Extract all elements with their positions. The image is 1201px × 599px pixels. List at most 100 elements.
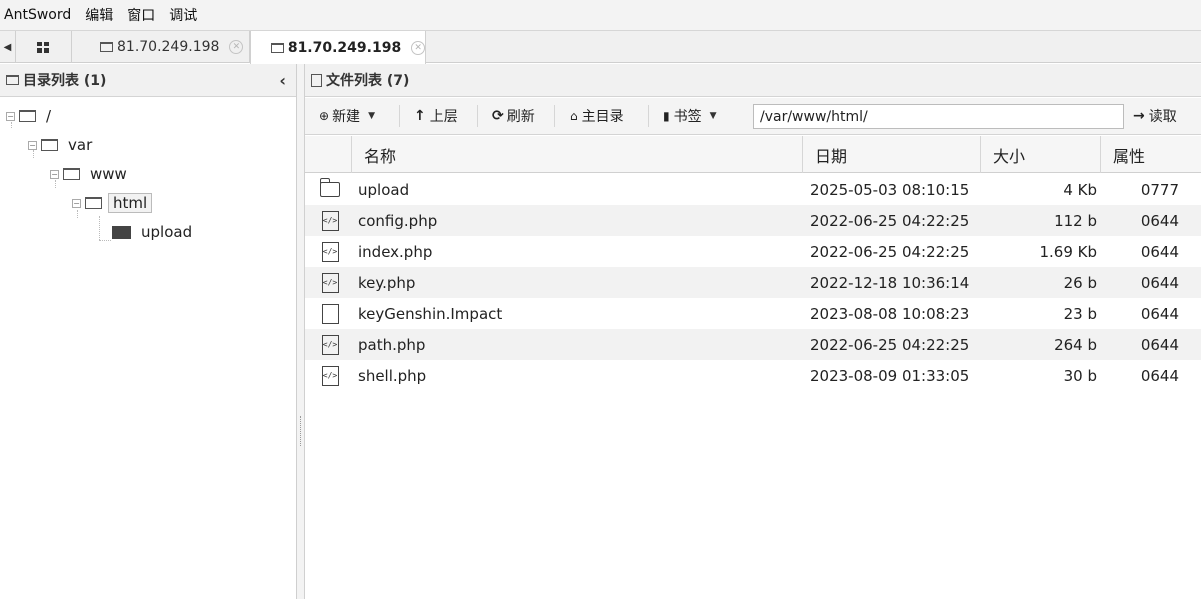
file-attr: 0777 (1140, 180, 1179, 199)
tab-label: 81.70.249.198 (287, 39, 402, 56)
tab-bar: ◀ 81.70.249.198 ✕ 81.70.249.198 ✕ (0, 31, 1201, 64)
file-row[interactable]: </> shell.php 2023-08-09 01:33:05 30 b 0644 (305, 360, 1201, 391)
arrow-up-icon: ↑ (414, 108, 426, 124)
file-name: upload (358, 180, 410, 199)
directory-panel-header: 目录列表 (1) ‹ (0, 64, 296, 97)
bookmark-label: 书签 (673, 109, 702, 125)
tree-node-var[interactable]: − var (28, 134, 92, 156)
menu-item-window[interactable]: 窗口 (127, 5, 155, 25)
chevron-down-icon: ▼ (709, 111, 717, 121)
tree-node-www[interactable]: − www (50, 163, 127, 185)
file-date: 2022-06-25 04:22:25 (810, 242, 970, 261)
file-attr: 0644 (1140, 304, 1179, 323)
tree-node-label: www (90, 165, 127, 183)
file-row[interactable]: </> config.php 2022-06-25 04:22:25 112 b 064… (305, 205, 1201, 236)
close-icon[interactable]: ✕ (411, 40, 425, 55)
file-row[interactable]: </> index.php 2022-06-25 04:22:25 1.69 Kb 06… (305, 236, 1201, 267)
tree-node-html[interactable]: − html (72, 192, 153, 214)
plus-circle-icon: ⊕ (319, 109, 330, 123)
refresh-icon: ⟳ (492, 108, 504, 124)
file-size: 1.69 Kb (1039, 242, 1097, 261)
tree-node-label: / (46, 107, 52, 125)
bookmark-button[interactable]: ▮ 书签 ▼ (663, 105, 717, 127)
tree-node-label: upload (141, 223, 193, 241)
file-icon-cell: </> (317, 360, 343, 391)
column-header-attr[interactable]: 属性 (1100, 136, 1201, 173)
folder-icon (19, 110, 36, 122)
tab-scroll-left-icon[interactable]: ◀ (0, 31, 16, 63)
collapse-panel-icon[interactable]: ‹ (279, 71, 286, 90)
file-row[interactable]: keyGenshin.Impact 2023-08-08 10:08:23 23 b… (305, 298, 1201, 329)
tab-label: 81.70.249.198 (117, 39, 220, 55)
tree-node-root[interactable]: − / (6, 105, 51, 127)
path-input[interactable] (753, 104, 1124, 129)
file-icon (311, 73, 322, 87)
new-label: 新建 (332, 109, 361, 125)
tree-node-label: var (68, 136, 93, 154)
column-header-name[interactable]: 名称 (351, 136, 802, 173)
folder-icon (63, 168, 80, 180)
directory-panel: 目录列表 (1) ‹ − / − var − www − html upload (0, 64, 297, 599)
read-button[interactable]: → 读取 (1133, 105, 1177, 127)
up-label: 上层 (429, 109, 458, 125)
file-row[interactable]: upload 2025-05-03 08:10:15 4 Kb 0777 (305, 174, 1201, 205)
file-attr: 0644 (1140, 273, 1179, 292)
menu-bar: AntSword 编辑 窗口 调试 (0, 0, 1201, 31)
file-date: 2023-08-08 10:08:23 (810, 304, 970, 323)
php-file-icon: </> (321, 272, 339, 293)
file-icon-cell (317, 174, 343, 205)
tab-session-1[interactable]: 81.70.249.198 ✕ (72, 31, 250, 63)
panel-splitter[interactable] (297, 64, 305, 599)
folder-icon (100, 42, 113, 52)
collapse-toggle-icon[interactable]: − (72, 198, 81, 208)
file-panel-header: 文件列表 (7) (305, 64, 1201, 97)
file-attr: 0644 (1140, 242, 1179, 261)
file-attr: 0644 (1140, 211, 1179, 230)
collapse-toggle-icon[interactable]: − (50, 169, 59, 179)
home-dir-button[interactable]: ⌂ 主目录 (570, 105, 624, 127)
home-grid-tab[interactable] (16, 31, 72, 63)
up-button[interactable]: ↑ 上层 (414, 105, 458, 127)
php-file-icon: </> (321, 334, 339, 355)
file-size: 264 b (1054, 335, 1097, 354)
file-icon-cell (317, 298, 343, 329)
file-row[interactable]: </> key.php 2022-12-18 10:36:14 26 b 0644 (305, 267, 1201, 298)
home-label: 主目录 (581, 109, 624, 125)
menu-item-antsword[interactable]: AntSword (4, 7, 71, 23)
file-icon-cell: </> (317, 205, 343, 236)
folder-icon (6, 75, 19, 85)
file-date: 2022-06-25 04:22:25 (810, 211, 970, 230)
bookmark-icon: ▮ (663, 109, 670, 123)
file-panel-title: 文件列表 (7) (326, 73, 410, 89)
folder-icon (271, 42, 284, 53)
grid-icon (37, 41, 50, 53)
collapse-toggle-icon[interactable]: − (6, 111, 15, 121)
file-panel: 文件列表 (7) ⊕ 新建 ▼ ↑ 上层 ⟳ 刷新 ⌂ 主目录 ▮ 书签 ▼ /… (305, 64, 1201, 599)
file-name: config.php (358, 211, 438, 230)
file-name: index.php (358, 242, 433, 261)
column-header-size[interactable]: 大小 (980, 136, 1100, 173)
refresh-button[interactable]: ⟳ 刷新 (492, 105, 535, 127)
directory-panel-title: 目录列表 (1) (23, 73, 107, 89)
file-date: 2022-06-25 04:22:25 (810, 335, 970, 354)
folder-icon (85, 197, 102, 209)
file-toolbar: ⊕ 新建 ▼ ↑ 上层 ⟳ 刷新 ⌂ 主目录 ▮ 书签 ▼ → 读取 (305, 98, 1201, 135)
file-name: shell.php (358, 366, 427, 385)
close-icon[interactable]: ✕ (229, 40, 244, 54)
tab-session-2[interactable]: 81.70.249.198 ✕ (250, 31, 426, 64)
menu-item-edit[interactable]: 编辑 (85, 5, 113, 25)
file-size: 26 b (1063, 273, 1097, 292)
collapse-toggle-icon[interactable]: − (28, 140, 37, 150)
file-date: 2022-12-18 10:36:14 (810, 273, 970, 292)
new-button[interactable]: ⊕ 新建 ▼ (319, 105, 375, 127)
column-header-date[interactable]: 日期 (802, 136, 980, 173)
file-icon (321, 303, 339, 324)
file-date: 2025-05-03 08:10:15 (810, 180, 970, 199)
tree-node-upload[interactable]: upload (112, 221, 192, 243)
file-row[interactable]: </> path.php 2022-06-25 04:22:25 264 b 0644 (305, 329, 1201, 360)
folder-icon (319, 178, 340, 197)
file-size: 112 b (1054, 211, 1097, 230)
menu-item-debug[interactable]: 调试 (169, 5, 197, 25)
file-name: keyGenshin.Impact (358, 304, 503, 323)
chevron-down-icon: ▼ (368, 111, 375, 121)
